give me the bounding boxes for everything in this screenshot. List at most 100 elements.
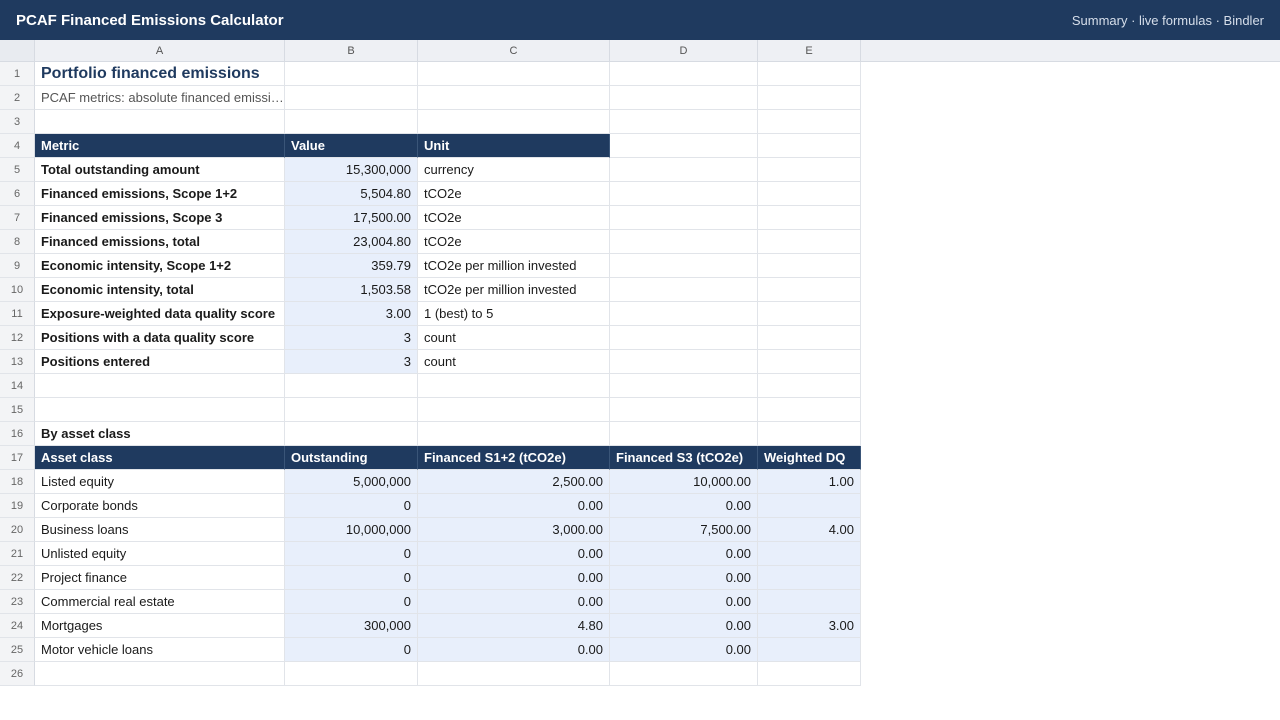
- cell[interactable]: [758, 350, 861, 374]
- row-header[interactable]: 8: [0, 230, 35, 254]
- asset-financed-s3[interactable]: 0.00: [610, 638, 758, 662]
- cell[interactable]: [35, 374, 285, 398]
- cell[interactable]: [758, 182, 861, 206]
- row-header[interactable]: 11: [0, 302, 35, 326]
- asset-financed-s3[interactable]: 0.00: [610, 542, 758, 566]
- cell[interactable]: [610, 110, 758, 134]
- metric-value[interactable]: 3: [285, 350, 418, 374]
- cell[interactable]: [758, 422, 861, 446]
- column-header-b[interactable]: B: [285, 40, 418, 62]
- cell[interactable]: [758, 110, 861, 134]
- metric-unit[interactable]: count: [418, 350, 610, 374]
- section-label[interactable]: By asset class: [35, 422, 285, 446]
- cell[interactable]: [418, 662, 610, 686]
- row-header[interactable]: 1: [0, 62, 35, 86]
- column-header-a[interactable]: A: [35, 40, 285, 62]
- select-all-corner[interactable]: [0, 40, 35, 62]
- column-header-c[interactable]: C: [418, 40, 610, 62]
- asset-financed-s3[interactable]: 0.00: [610, 590, 758, 614]
- cell[interactable]: [758, 158, 861, 182]
- row-header[interactable]: 16: [0, 422, 35, 446]
- asset-financed-s12[interactable]: 0.00: [418, 542, 610, 566]
- metric-label[interactable]: Total outstanding amount: [35, 158, 285, 182]
- sheet-subtitle[interactable]: PCAF metrics: absolute financed emissi…: [35, 86, 285, 110]
- cell[interactable]: [610, 350, 758, 374]
- metric-label[interactable]: Positions with a data quality score: [35, 326, 285, 350]
- row-header[interactable]: 25: [0, 638, 35, 662]
- row-header[interactable]: 9: [0, 254, 35, 278]
- asset-outstanding[interactable]: 0: [285, 638, 418, 662]
- column-header-e[interactable]: E: [758, 40, 861, 62]
- cell[interactable]: [610, 254, 758, 278]
- metrics-header-unit[interactable]: Unit: [418, 134, 610, 158]
- cell[interactable]: [758, 254, 861, 278]
- cell[interactable]: [758, 662, 861, 686]
- cell[interactable]: [758, 230, 861, 254]
- asset-outstanding[interactable]: 5,000,000: [285, 470, 418, 494]
- cell[interactable]: [758, 326, 861, 350]
- asset-financed-s3[interactable]: 0.00: [610, 614, 758, 638]
- metric-label[interactable]: Economic intensity, Scope 1+2: [35, 254, 285, 278]
- metric-unit[interactable]: tCO2e: [418, 206, 610, 230]
- asset-class-label[interactable]: Unlisted equity: [35, 542, 285, 566]
- cell[interactable]: [285, 110, 418, 134]
- asset-class-label[interactable]: Commercial real estate: [35, 590, 285, 614]
- metric-unit[interactable]: tCO2e: [418, 230, 610, 254]
- asset-weighted-dq[interactable]: [758, 590, 861, 614]
- row-header[interactable]: 5: [0, 158, 35, 182]
- asset-financed-s12[interactable]: 0.00: [418, 590, 610, 614]
- metric-label[interactable]: Economic intensity, total: [35, 278, 285, 302]
- metric-value[interactable]: 1,503.58: [285, 278, 418, 302]
- cell[interactable]: [418, 422, 610, 446]
- row-header[interactable]: 17: [0, 446, 35, 470]
- cell[interactable]: [285, 62, 418, 86]
- metric-label[interactable]: Positions entered: [35, 350, 285, 374]
- cell[interactable]: [610, 62, 758, 86]
- row-header[interactable]: 14: [0, 374, 35, 398]
- row-header[interactable]: 21: [0, 542, 35, 566]
- asset-class-label[interactable]: Project finance: [35, 566, 285, 590]
- asset-weighted-dq[interactable]: [758, 566, 861, 590]
- asset-outstanding[interactable]: 300,000: [285, 614, 418, 638]
- row-header[interactable]: 3: [0, 110, 35, 134]
- asset-financed-s12[interactable]: 0.00: [418, 638, 610, 662]
- cell[interactable]: [610, 398, 758, 422]
- metric-value[interactable]: 359.79: [285, 254, 418, 278]
- cell[interactable]: [758, 86, 861, 110]
- cell[interactable]: [610, 158, 758, 182]
- cell[interactable]: [418, 374, 610, 398]
- asset-header-asset-class[interactable]: Asset class: [35, 446, 285, 470]
- asset-header-financed-s12[interactable]: Financed S1+2 (tCO2e): [418, 446, 610, 470]
- cell[interactable]: [610, 374, 758, 398]
- asset-class-label[interactable]: Corporate bonds: [35, 494, 285, 518]
- asset-outstanding[interactable]: 0: [285, 542, 418, 566]
- asset-outstanding[interactable]: 0: [285, 494, 418, 518]
- metric-unit[interactable]: tCO2e per million invested: [418, 278, 610, 302]
- asset-class-label[interactable]: Mortgages: [35, 614, 285, 638]
- asset-header-outstanding[interactable]: Outstanding: [285, 446, 418, 470]
- row-header[interactable]: 6: [0, 182, 35, 206]
- cell[interactable]: [610, 422, 758, 446]
- row-header[interactable]: 18: [0, 470, 35, 494]
- row-header[interactable]: 15: [0, 398, 35, 422]
- cell[interactable]: [610, 326, 758, 350]
- row-header[interactable]: 2: [0, 86, 35, 110]
- cell[interactable]: [285, 398, 418, 422]
- asset-financed-s3[interactable]: 10,000.00: [610, 470, 758, 494]
- metric-value[interactable]: 15,300,000: [285, 158, 418, 182]
- cell[interactable]: [758, 302, 861, 326]
- asset-financed-s3[interactable]: 0.00: [610, 494, 758, 518]
- cell[interactable]: [610, 230, 758, 254]
- metrics-header-value[interactable]: Value: [285, 134, 418, 158]
- asset-financed-s3[interactable]: 0.00: [610, 566, 758, 590]
- cell[interactable]: [610, 86, 758, 110]
- cell[interactable]: [35, 110, 285, 134]
- asset-financed-s12[interactable]: 3,000.00: [418, 518, 610, 542]
- cell[interactable]: [285, 422, 418, 446]
- cell[interactable]: [758, 206, 861, 230]
- asset-weighted-dq[interactable]: 4.00: [758, 518, 861, 542]
- row-header[interactable]: 12: [0, 326, 35, 350]
- metric-label[interactable]: Financed emissions, Scope 3: [35, 206, 285, 230]
- row-header[interactable]: 4: [0, 134, 35, 158]
- metric-unit[interactable]: count: [418, 326, 610, 350]
